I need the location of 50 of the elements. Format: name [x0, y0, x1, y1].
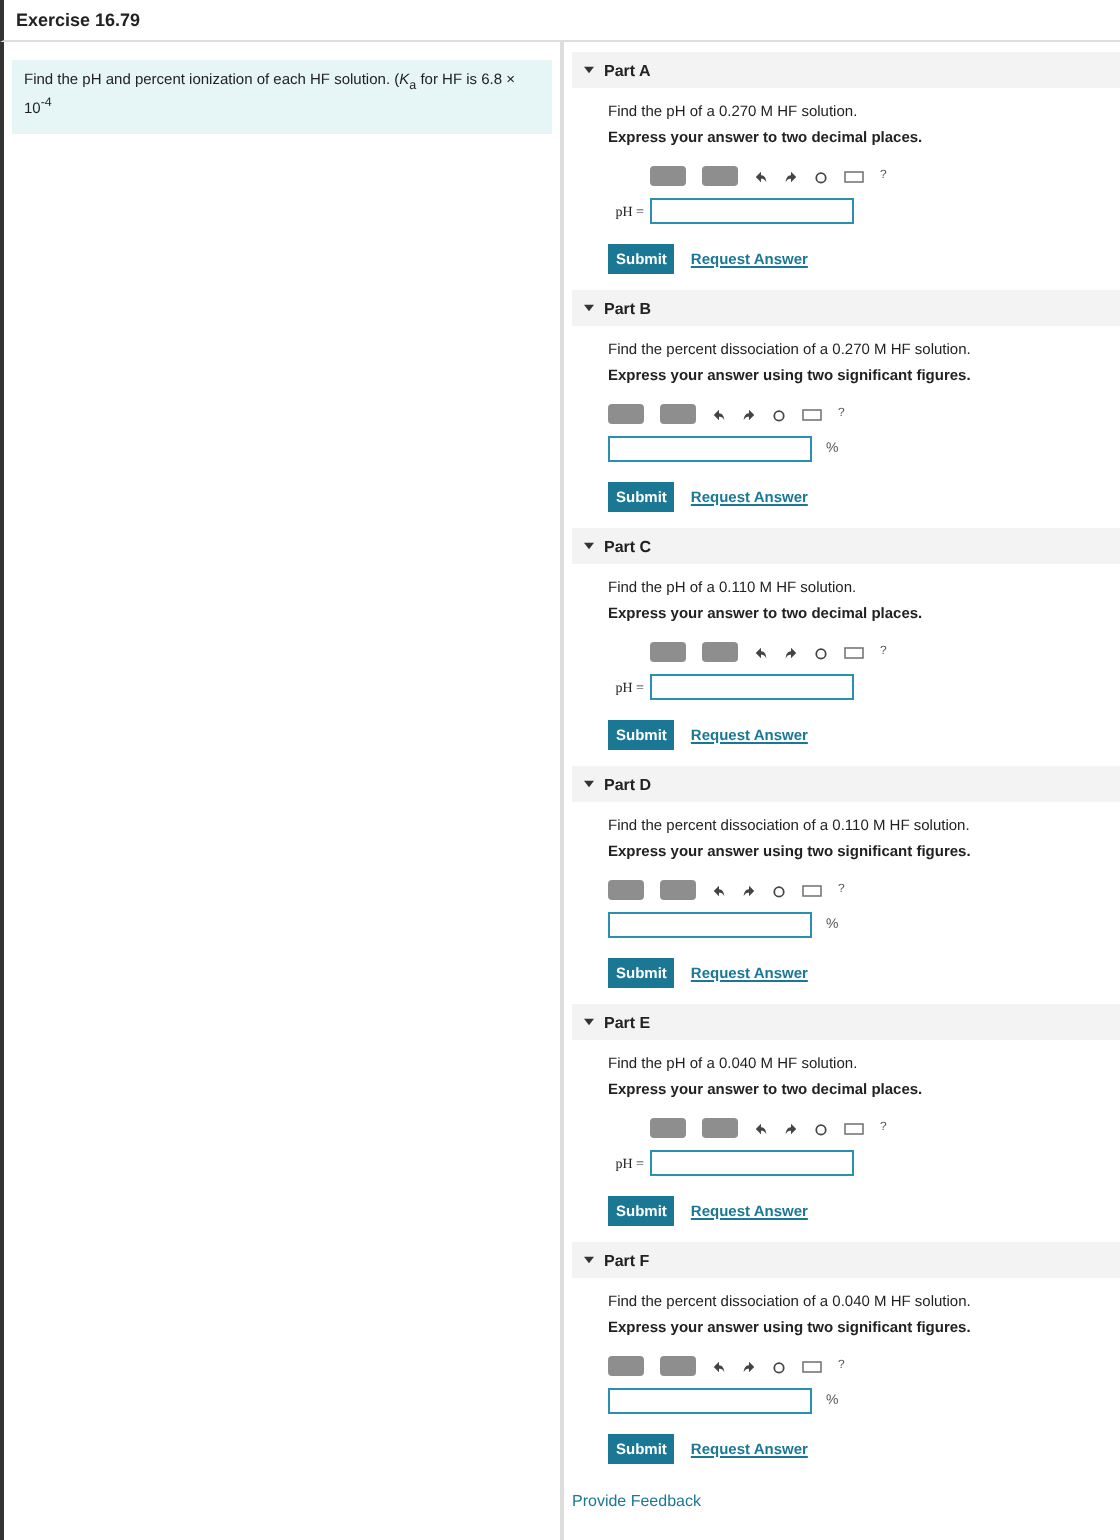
redo-icon[interactable]	[742, 407, 756, 421]
part-title: Part A	[604, 61, 651, 79]
answer-field[interactable]	[650, 674, 854, 700]
answer-field[interactable]	[650, 1150, 854, 1176]
redo-icon[interactable]	[742, 883, 756, 897]
part-title: Part E	[604, 1013, 651, 1031]
keyboard-icon[interactable]	[802, 407, 822, 421]
undo-icon[interactable]	[712, 407, 726, 421]
part-title: Part D	[604, 775, 652, 793]
part-header[interactable]: Part C	[572, 528, 1120, 564]
keyboard-icon[interactable]	[802, 1359, 822, 1373]
undo-icon[interactable]	[754, 645, 768, 659]
part-header[interactable]: Part E	[572, 1004, 1120, 1040]
part-header[interactable]: Part B	[572, 290, 1120, 326]
reset-icon[interactable]	[772, 407, 786, 421]
undo-icon[interactable]	[754, 1121, 768, 1135]
answer-field[interactable]	[608, 1388, 812, 1414]
exercise-title: Exercise 16.79	[16, 10, 141, 30]
part-header[interactable]: Part A	[572, 52, 1120, 88]
feedback-link[interactable]: Provide Feedback	[572, 1492, 701, 1510]
caret-icon	[584, 1018, 594, 1026]
part-title: Part B	[604, 299, 652, 317]
answer-field[interactable]	[608, 436, 812, 462]
part-header[interactable]: Part D	[572, 766, 1120, 802]
reset-icon[interactable]	[772, 883, 786, 897]
undo-icon[interactable]	[712, 883, 726, 897]
keyboard-icon[interactable]	[844, 169, 864, 183]
reset-icon[interactable]	[772, 1359, 786, 1373]
keyboard-icon[interactable]	[844, 645, 864, 659]
caret-icon	[584, 66, 594, 74]
redo-icon[interactable]	[784, 645, 798, 659]
keyboard-icon[interactable]	[844, 1121, 864, 1135]
caret-icon	[584, 304, 594, 312]
caret-icon	[584, 1256, 594, 1264]
redo-icon[interactable]	[784, 169, 798, 183]
part-title: Part F	[604, 1251, 650, 1269]
part-title: Part C	[604, 537, 652, 555]
keyboard-icon[interactable]	[802, 883, 822, 897]
reset-icon[interactable]	[814, 169, 828, 183]
reset-icon[interactable]	[814, 1121, 828, 1135]
undo-icon[interactable]	[712, 1359, 726, 1373]
redo-icon[interactable]	[742, 1359, 756, 1373]
caret-icon	[584, 542, 594, 550]
part-header[interactable]: Part F	[572, 1242, 1120, 1278]
reset-icon[interactable]	[814, 645, 828, 659]
undo-icon[interactable]	[754, 169, 768, 183]
caret-icon	[584, 780, 594, 788]
redo-icon[interactable]	[784, 1121, 798, 1135]
answer-field[interactable]	[650, 198, 854, 224]
answer-field[interactable]	[608, 912, 812, 938]
